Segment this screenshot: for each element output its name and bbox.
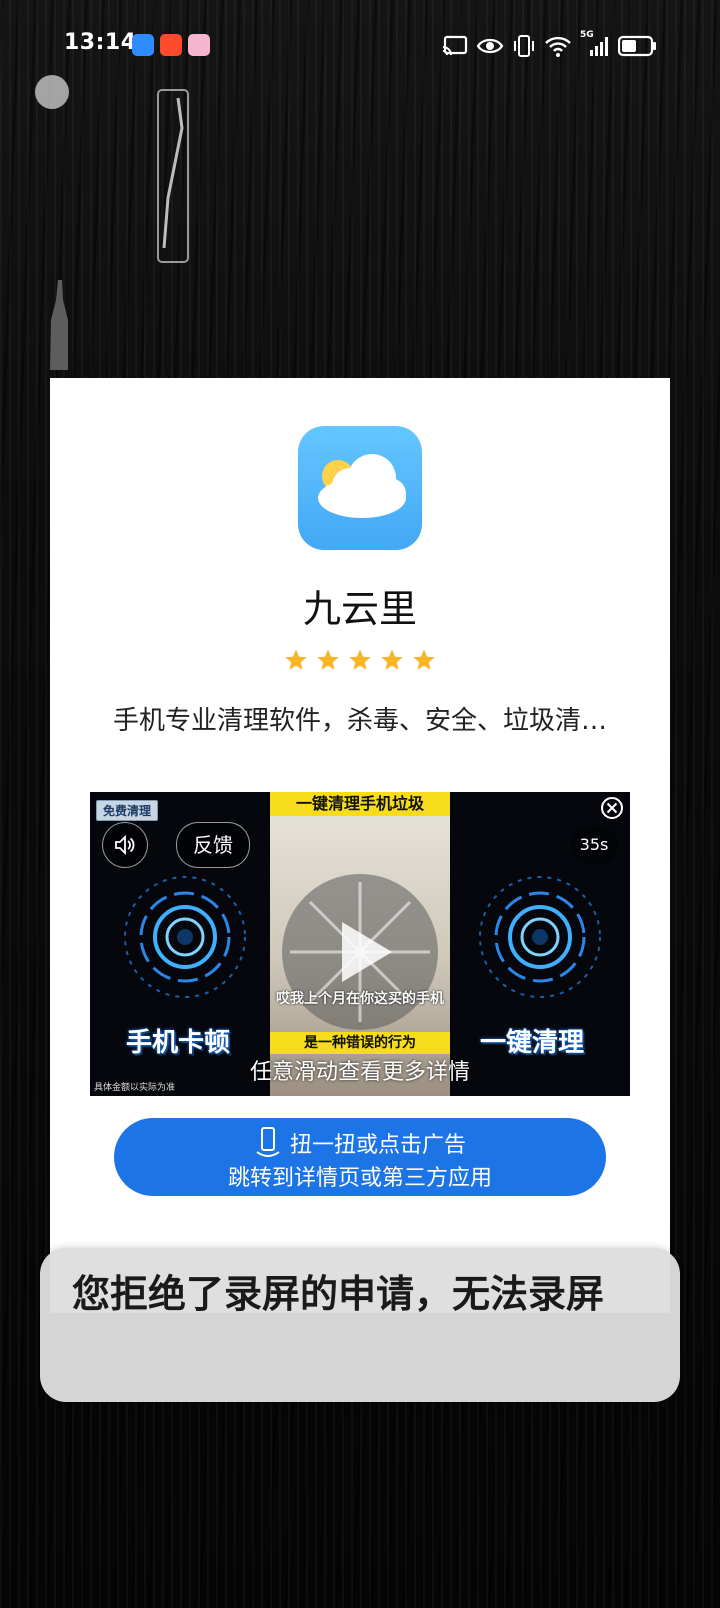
status-time: 13:14 bbox=[64, 30, 137, 55]
swipe-play-icon bbox=[282, 874, 438, 1030]
ad-countdown: 35s bbox=[570, 826, 618, 864]
cta-line1: 扭一扭或点击广告 bbox=[114, 1126, 606, 1160]
background-glyph bbox=[157, 89, 189, 263]
app-blue-icon bbox=[132, 34, 154, 56]
app-red-icon bbox=[160, 34, 182, 56]
close-ad-icon[interactable] bbox=[600, 796, 624, 820]
eye-icon bbox=[476, 38, 504, 54]
ad-action-button[interactable]: 扭一扭或点击广告 跳转到详情页或第三方应用 bbox=[114, 1118, 606, 1196]
ad-video[interactable]: 一键清理手机垃圾 哎我上个月在你这买的手机 是一种错误的行为 免费清理 反馈 3… bbox=[90, 792, 630, 1096]
toast-text: 您拒绝了录屏的申请，无法录屏 bbox=[72, 1272, 605, 1316]
floating-assistant-dot[interactable] bbox=[35, 75, 69, 109]
speaker-icon bbox=[115, 834, 135, 856]
ad-center-caption: 哎我上个月在你这买的手机 bbox=[276, 991, 444, 1007]
phone-shake-icon bbox=[256, 1127, 280, 1157]
ad-center-strip: 是一种错误的行为 bbox=[270, 1032, 450, 1054]
weather-app-icon[interactable] bbox=[298, 426, 422, 550]
swipe-hint: 任意滑动查看更多详情 bbox=[249, 1060, 470, 1085]
cta-secondary-text: 跳转到详情页或第三方应用 bbox=[227, 1166, 492, 1191]
ad-top-banner: 一键清理手机垃圾 bbox=[270, 792, 450, 816]
star-icon bbox=[317, 649, 339, 670]
star-icon bbox=[349, 649, 371, 670]
signal-icon: 5G bbox=[580, 30, 610, 58]
star-icon bbox=[413, 649, 435, 670]
star-icon bbox=[285, 649, 307, 670]
app-pink-icon bbox=[188, 34, 210, 56]
cta-primary-text: 扭一扭或点击广告 bbox=[289, 1133, 466, 1158]
ad-free-tag: 免费清理 bbox=[96, 800, 159, 821]
star-icon bbox=[381, 649, 403, 670]
wifi-icon bbox=[545, 36, 571, 57]
system-icons: 5G bbox=[442, 30, 658, 60]
toast-message: 您拒绝了录屏的申请，无法录屏 bbox=[40, 1248, 680, 1402]
cloud-sun-icon bbox=[318, 454, 406, 518]
app-title: 九云里 bbox=[302, 587, 417, 631]
status-bar: 13:14 5G bbox=[0, 28, 720, 64]
vibrate-icon bbox=[514, 35, 534, 57]
background-figure bbox=[50, 280, 68, 370]
feedback-button[interactable]: 反馈 bbox=[176, 822, 250, 868]
rating-stars bbox=[50, 648, 670, 678]
app-promo-dialog: 九云里 手机专业清理软件，杀毒、安全、垃圾清… 一键清理手机垃圾 哎我上个月在你… bbox=[50, 378, 670, 1313]
app-description: 手机专业清理软件，杀毒、安全、垃圾清… bbox=[112, 706, 607, 736]
sound-toggle-button[interactable] bbox=[102, 822, 148, 868]
cast-icon bbox=[442, 35, 468, 56]
scan-ring-graphic bbox=[124, 876, 246, 998]
scan-ring-graphic bbox=[479, 876, 601, 998]
battery-icon bbox=[618, 35, 656, 57]
